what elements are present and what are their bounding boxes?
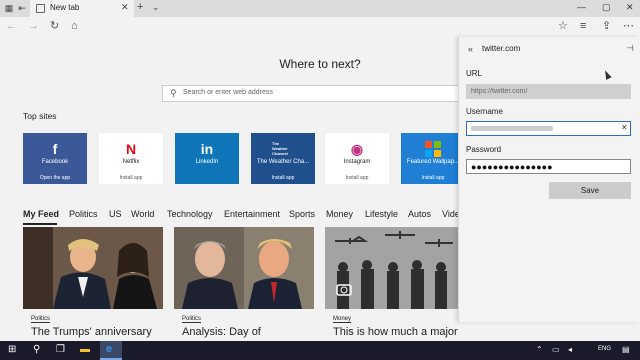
feed-tab-world[interactable]: World [131,209,154,219]
news-image-2[interactable] [174,227,314,309]
password-field[interactable] [466,159,631,174]
close-window-button[interactable]: ✕ [626,2,634,13]
tile-label: Instagram [343,159,371,165]
top-site-linkedin[interactable]: in LinkedIn [175,133,239,184]
news-category[interactable]: Money [333,316,352,323]
news-title[interactable]: This is how much a major [333,326,458,338]
feed-tab-politics[interactable]: Politics [69,209,98,219]
tile-label: The Weather Cha... [256,159,310,165]
minimize-button[interactable]: — [577,2,586,12]
tile-label: LinkedIn [195,159,219,165]
tray-chevron-icon[interactable]: ⌃ [536,344,543,356]
instagram-icon: ◉ [350,141,364,157]
tab-preview-chevron-icon[interactable]: ⌄ [152,2,160,13]
maximize-button[interactable]: ▢ [602,2,611,13]
news-photo-couple [23,227,163,309]
search-placeholder: Search or enter web address [183,89,273,96]
page-heading: Where to next? [279,57,361,71]
feed-tab-sports[interactable]: Sports [289,209,315,219]
file-explorer-icon[interactable]: ▬ [80,344,90,356]
panel-title: twitter.com [482,44,521,53]
news-title[interactable]: The Trumps' anniversary [31,326,152,338]
back-icon[interactable]: ← [6,19,17,33]
edge-icon: e [106,343,113,355]
tab-manager-icon[interactable]: ▦ [4,3,14,13]
linkedin-icon: in [200,141,214,157]
username-redacted [471,126,553,131]
news-category[interactable]: Politics [31,316,51,323]
pin-icon[interactable]: ⊣ [626,43,634,54]
tile-action[interactable]: Install app [99,175,163,181]
title-bar: ▦ ⇤ New tab ✕ + ⌄ — ▢ ✕ [0,0,640,17]
windows-logo-icon [401,141,465,160]
news-image-1[interactable] [23,227,163,309]
volume-icon[interactable]: ◂ [568,344,572,356]
news-photo-soldiers [325,227,458,309]
tab-title: New tab [50,3,80,12]
favorites-icon[interactable]: ☆ [558,19,568,33]
tile-action[interactable]: Install app [401,175,465,181]
back-chevron-icon[interactable]: « [468,44,473,54]
news-title[interactable]: Analysis: Day of [182,326,261,338]
password-edit-panel: « twitter.com ⊣ URL Username ✕ Password … [458,37,640,322]
username-label: Username [466,107,503,116]
tab-new-tab[interactable]: New tab ✕ [30,0,134,17]
language-indicator[interactable]: ENG [598,346,611,352]
refresh-icon[interactable]: ↻ [50,19,59,33]
windows-logo-svg [425,141,441,157]
password-label: Password [466,145,502,154]
top-sites-label: Top sites [23,111,57,121]
edge-taskbar-button[interactable]: e [100,341,122,360]
clear-icon[interactable]: ✕ [621,123,628,132]
tile-action[interactable]: Open the app [23,175,87,181]
close-icon[interactable]: ✕ [121,2,129,13]
search-icon: ⚲ [170,88,177,98]
feed-tab-money[interactable]: Money [326,209,353,219]
forward-icon[interactable]: → [28,19,39,33]
save-button[interactable]: Save [549,182,631,199]
news-category[interactable]: Politics [182,316,202,323]
taskbar: ⊞ ⚲ ❐ ▬ e ⌃ ▭ ◂ ENG ▤ [0,341,640,360]
search-icon[interactable]: ⚲ [33,344,40,356]
page-icon [36,4,45,13]
home-icon[interactable]: ⌂ [71,19,78,33]
search-box[interactable]: ⚲ Search or enter web address [162,85,472,102]
feed-tab-autos[interactable]: Autos [408,209,431,219]
netflix-icon: N [125,141,137,157]
task-view-icon[interactable]: ❐ [56,344,65,356]
url-field [466,84,631,99]
navigation-bar: ← → ↻ ⌂ ☆ ≡ ⇪ ⋯ [0,17,640,37]
share-icon[interactable]: ⇪ [602,19,611,33]
more-icon[interactable]: ⋯ [623,19,634,33]
top-site-netflix[interactable]: N Netflix Install app [99,133,163,184]
weather-channel-icon: The Weather Channel [272,141,288,156]
top-site-instagram[interactable]: ◉ Instagram Install app [325,133,389,184]
feed-tab-my-feed[interactable]: My Feed [23,209,59,219]
new-tab-button[interactable]: + [137,1,143,13]
feed-tab-entertainment[interactable]: Entertainment [224,209,280,219]
set-aside-tabs-icon[interactable]: ⇤ [17,3,27,13]
start-icon[interactable]: ⊞ [8,344,16,356]
top-site-facebook[interactable]: f Facebook Open the app [23,133,87,184]
news-photo-officials [174,227,314,309]
feed-tab-us[interactable]: US [109,209,122,219]
top-site-featured-wallpapers[interactable]: Featured Wallpap... Install app [401,133,465,184]
facebook-icon: f [52,141,58,157]
tile-label: Netflix [122,159,140,165]
tile-label: Featured Wallpap... [406,159,460,165]
tile-label: Facebook [41,159,69,165]
feed-tab-lifestyle[interactable]: Lifestyle [365,209,398,219]
network-icon[interactable]: ▭ [552,344,560,356]
top-site-weather-channel[interactable]: The Weather Channel The Weather Cha... I… [251,133,315,184]
feed-tab-technology[interactable]: Technology [167,209,213,219]
feed-tab-indicator [23,223,57,225]
notifications-icon[interactable]: ▤ [622,344,630,356]
news-image-3[interactable] [325,227,458,309]
url-label: URL [466,69,483,78]
tile-action[interactable]: Install app [251,175,315,181]
reading-list-icon[interactable]: ≡ [580,19,586,33]
tile-action[interactable]: Install app [325,175,389,181]
